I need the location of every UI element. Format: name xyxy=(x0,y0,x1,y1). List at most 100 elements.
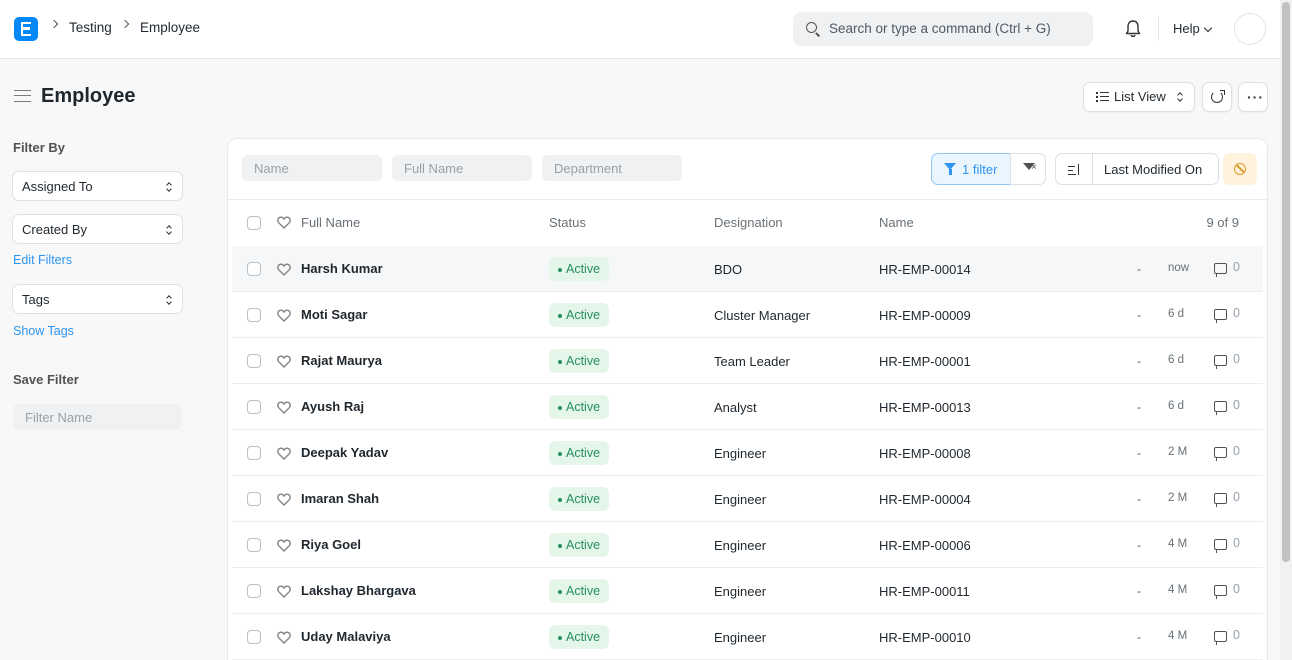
record-count: 9 of 9 xyxy=(1206,215,1239,230)
employee-full-name[interactable]: Rajat Maurya xyxy=(301,353,382,368)
app-logo-icon[interactable] xyxy=(14,17,38,41)
employee-designation: Cluster Manager xyxy=(714,308,811,323)
breadcrumb-employee[interactable]: Employee xyxy=(140,20,200,35)
sort-direction-button[interactable] xyxy=(1055,153,1093,185)
table-row[interactable]: Rajat Maurya Active Team Leader HR-EMP-0… xyxy=(232,338,1263,384)
sort-by-label: Last Modified On xyxy=(1104,162,1203,177)
heart-icon[interactable] xyxy=(277,216,291,229)
employee-full-name[interactable]: Moti Sagar xyxy=(301,307,367,322)
row-checkbox[interactable] xyxy=(247,308,261,322)
page-scrollbar[interactable] xyxy=(1280,0,1292,660)
avatar[interactable] xyxy=(1234,13,1266,45)
employee-designation: Engineer xyxy=(714,584,767,599)
department-filter-input[interactable] xyxy=(542,155,682,181)
heart-icon[interactable] xyxy=(277,263,291,276)
show-tags-link[interactable]: Show Tags xyxy=(13,324,74,338)
row-checkbox[interactable] xyxy=(247,400,261,414)
status-badge: Active xyxy=(549,487,610,511)
comment-count: 0 xyxy=(1233,490,1240,504)
employee-full-name[interactable]: Deepak Yadav xyxy=(301,445,388,460)
full-name-filter-input[interactable] xyxy=(392,155,532,181)
tags-select[interactable]: Tags xyxy=(12,284,183,314)
assigned-placeholder: - xyxy=(1137,400,1141,414)
comment-count: 0 xyxy=(1233,398,1240,412)
table-row[interactable]: Ayush Raj Active Analyst HR-EMP-00013 - … xyxy=(232,384,1263,430)
comment-count: 0 xyxy=(1233,306,1240,320)
status-badge: Active xyxy=(549,395,610,419)
comment-icon xyxy=(1214,539,1227,553)
table-row[interactable]: Imaran Shah Active Engineer HR-EMP-00004… xyxy=(232,476,1263,522)
assigned-placeholder: - xyxy=(1137,354,1141,368)
reset-button[interactable] xyxy=(1223,153,1257,185)
row-checkbox[interactable] xyxy=(247,538,261,552)
status-badge: Active xyxy=(549,625,610,649)
sort-by-button[interactable]: Last Modified On xyxy=(1092,153,1219,185)
more-button[interactable]: ··· xyxy=(1238,82,1268,112)
comment-icon xyxy=(1214,585,1227,599)
heart-icon[interactable] xyxy=(277,355,291,368)
clear-filters-button[interactable] xyxy=(1010,153,1046,185)
row-checkbox[interactable] xyxy=(247,262,261,276)
table-row[interactable]: Lakshay Bhargava Active Engineer HR-EMP-… xyxy=(232,568,1263,614)
comment-icon xyxy=(1214,401,1227,415)
filter-button[interactable]: 1 filter xyxy=(931,153,1011,185)
table-row[interactable]: Riya Goel Active Engineer HR-EMP-00006 -… xyxy=(232,522,1263,568)
employee-designation: Engineer xyxy=(714,630,767,645)
row-checkbox[interactable] xyxy=(247,492,261,506)
heart-icon[interactable] xyxy=(277,447,291,460)
edit-filters-link[interactable]: Edit Filters xyxy=(13,253,72,267)
modified-time: 2 M xyxy=(1168,446,1188,458)
table-row[interactable]: Uday Malaviya Active Engineer HR-EMP-000… xyxy=(232,614,1263,660)
modified-time: now xyxy=(1168,262,1190,274)
table-row[interactable]: Moti Sagar Active Cluster Manager HR-EMP… xyxy=(232,292,1263,338)
tags-label: Tags xyxy=(22,292,50,307)
search-input[interactable]: Search or type a command (Ctrl + G) xyxy=(793,12,1093,46)
status-badge: Active xyxy=(549,303,610,327)
bell-icon[interactable] xyxy=(1124,19,1142,39)
heart-icon[interactable] xyxy=(277,631,291,644)
refresh-button[interactable] xyxy=(1202,82,1232,112)
heart-icon[interactable] xyxy=(277,401,291,414)
comment-icon xyxy=(1214,355,1227,369)
filter-by-label: Filter By xyxy=(13,140,66,155)
row-checkbox[interactable] xyxy=(247,354,261,368)
heart-icon[interactable] xyxy=(277,585,291,598)
column-header-status[interactable]: Status xyxy=(549,215,586,230)
assigned-to-select[interactable]: Assigned To xyxy=(12,171,183,201)
help-menu[interactable]: Help xyxy=(1173,21,1200,36)
table-row[interactable]: Deepak Yadav Active Engineer HR-EMP-0000… xyxy=(232,430,1263,476)
search-placeholder: Search or type a command (Ctrl + G) xyxy=(829,21,1051,36)
employee-id: HR-EMP-00013 xyxy=(879,400,971,415)
name-filter-input[interactable] xyxy=(242,155,382,181)
employee-full-name[interactable]: Lakshay Bhargava xyxy=(301,583,416,598)
employee-id: HR-EMP-00010 xyxy=(879,630,971,645)
comment-icon xyxy=(1214,309,1227,323)
row-checkbox[interactable] xyxy=(247,446,261,460)
column-header-full-name[interactable]: Full Name xyxy=(301,215,360,230)
row-checkbox[interactable] xyxy=(247,630,261,644)
employee-full-name[interactable]: Riya Goel xyxy=(301,537,361,552)
filter-name-input[interactable] xyxy=(13,404,182,430)
comment-count: 0 xyxy=(1233,582,1240,596)
select-all-checkbox[interactable] xyxy=(247,216,261,230)
list-view-button[interactable]: List View xyxy=(1083,82,1195,112)
employee-full-name[interactable]: Imaran Shah xyxy=(301,491,379,506)
column-header-name[interactable]: Name xyxy=(879,215,914,230)
heart-icon[interactable] xyxy=(277,493,291,506)
created-by-select[interactable]: Created By xyxy=(12,214,183,244)
assigned-placeholder: - xyxy=(1137,308,1141,322)
breadcrumb-testing[interactable]: Testing xyxy=(69,20,112,35)
comment-icon xyxy=(1214,263,1227,277)
employee-full-name[interactable]: Uday Malaviya xyxy=(301,629,391,644)
heart-icon[interactable] xyxy=(277,309,291,322)
employee-full-name[interactable]: Ayush Raj xyxy=(301,399,364,414)
modified-time: 2 M xyxy=(1168,492,1188,504)
table-row[interactable]: Harsh Kumar Active BDO HR-EMP-00014 - no… xyxy=(232,246,1263,292)
employee-full-name[interactable]: Harsh Kumar xyxy=(301,261,383,276)
scrollbar-thumb[interactable] xyxy=(1282,2,1290,562)
heart-icon[interactable] xyxy=(277,539,291,552)
status-badge: Active xyxy=(549,579,610,603)
column-header-designation[interactable]: Designation xyxy=(714,215,783,230)
hamburger-icon[interactable] xyxy=(14,90,31,102)
row-checkbox[interactable] xyxy=(247,584,261,598)
